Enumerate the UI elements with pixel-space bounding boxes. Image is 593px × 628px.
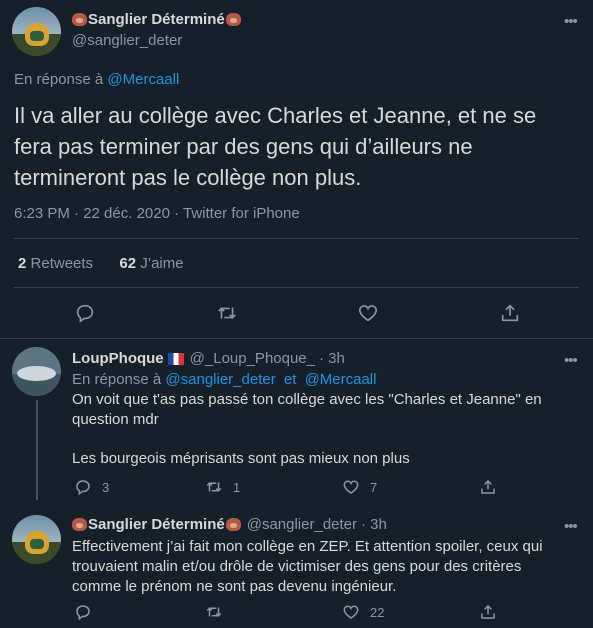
author-name-row[interactable]: LoupPhoque @_Loup_Phoque_ · 3h [72,350,345,367]
like-button[interactable]: 7 [342,478,377,496]
avatar[interactable] [12,347,61,396]
share-icon [481,479,495,494]
timestamp[interactable]: · 3h [361,516,387,533]
share-button[interactable] [479,478,497,496]
heart-icon [343,480,359,494]
like-count: 7 [370,479,378,495]
more-icon[interactable]: ••• [564,353,578,368]
tweet-text: On voit que t'as pas passé ton collège a… [72,391,542,428]
avatar[interactable] [12,7,61,56]
reply-to-link[interactable]: @sanglier_deter [165,371,275,388]
reply-to-line: En réponse à @sanglier_deter et @Mercaal… [72,371,376,388]
reply-and: et [283,371,297,388]
retweet-icon [206,607,222,617]
more-icon[interactable]: ••• [564,14,578,29]
handle: @_Loup_Phoque_ [189,350,315,367]
share-icon [501,304,519,322]
retweet-icon [206,482,222,492]
reply-button[interactable] [74,603,92,621]
boar-emoji-icon [72,13,87,26]
heart-icon [358,305,378,322]
retweet-button[interactable] [216,302,238,324]
reply-prefix: En réponse à [14,71,104,88]
france-flag-icon [167,352,184,365]
boar-emoji-icon [225,518,241,531]
handle: @sanglier_deter [246,516,358,533]
timestamp[interactable]: · 3h [319,350,345,367]
reply-to-link[interactable]: @Mercaall [107,71,179,88]
section-divider [0,338,593,339]
author-name-row[interactable]: Sanglier Déterminé [72,11,241,28]
share-button[interactable] [499,302,521,324]
retweet-icon [218,307,236,319]
main-tweet: Sanglier Déterminé @sanglier_deter ••• E… [0,0,593,338]
tweet-text: Effectivement j’ai fait mon collège en Z… [72,538,543,595]
retweet-button[interactable]: 1 [205,478,240,496]
reply-to-link[interactable]: @Mercaall [305,371,377,388]
like-count: 22 [370,604,385,620]
retweet-count: 1 [233,479,241,495]
like-button[interactable]: 22 [342,603,384,621]
boar-emoji-icon [72,518,87,531]
share-icon [481,604,495,619]
retweet-button[interactable] [205,603,223,621]
share-button[interactable] [479,603,497,621]
tweet-text: Il va aller au collège avec Charles et J… [14,103,537,190]
like-button[interactable] [357,302,379,324]
reply-icon [76,480,90,496]
reply-icon [76,605,90,621]
likes-stat[interactable]: 62 J’aime [119,255,183,272]
handle[interactable]: @sanglier_deter [72,32,182,49]
boar-emoji-icon [225,13,241,26]
reply-count: 3 [102,479,110,495]
reply-icon [76,304,94,323]
author-name-row[interactable]: Sanglier Déterminé @sanglier_deter · 3h [72,516,387,533]
reply-prefix: En réponse à [72,371,162,388]
divider [14,287,579,288]
reply-button[interactable]: 3 [74,478,109,496]
tweet-text: Les bourgeois méprisants sont pas mieux … [72,450,410,467]
display-name: Sanglier Déterminé [88,516,225,533]
tweet-stats: 2 Retweets 62 J’aime [18,255,184,272]
display-name: LoupPhoque [72,350,164,367]
thread-line [36,400,38,500]
retweets-stat[interactable]: 2 Retweets [18,255,93,272]
display-name: Sanglier Déterminé [88,11,225,28]
tweet-meta[interactable]: 6:23 PM · 22 déc. 2020 · Twitter for iPh… [14,205,300,222]
more-icon[interactable]: ••• [564,519,578,534]
avatar[interactable] [12,515,61,564]
divider [14,238,579,239]
reply-to-line: En réponse à @Mercaall [14,71,179,88]
heart-icon [343,605,359,619]
reply-button[interactable] [74,302,96,324]
